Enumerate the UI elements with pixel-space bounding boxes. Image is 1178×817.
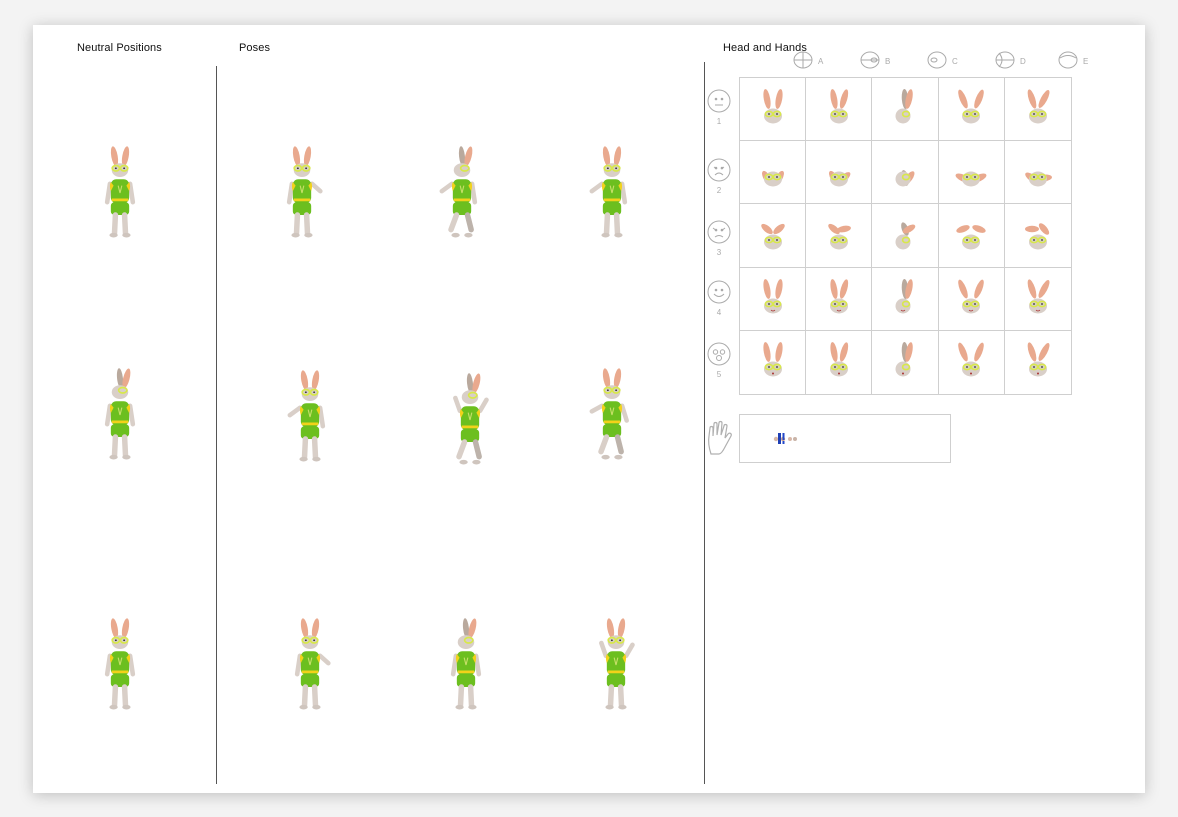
happy-face-icon — [707, 280, 731, 306]
hand-poses — [773, 433, 797, 444]
column-header-d: D — [993, 51, 1026, 71]
head-cell-e3 — [1004, 204, 1071, 268]
heading-poses: Poses — [239, 42, 271, 54]
heading-neutral-positions: Neutral Positions — [77, 42, 162, 54]
head-cell-a1 — [740, 78, 807, 142]
bunny-figure-pose-6 — [589, 359, 634, 471]
row-label: 4 — [716, 308, 722, 317]
hands-box — [739, 414, 951, 463]
head-cell-c1 — [872, 78, 939, 142]
head-side-icon — [858, 51, 882, 71]
bunny-figure-pose-1 — [280, 137, 324, 249]
column-label: C — [952, 56, 958, 66]
head-cell-b4 — [806, 267, 873, 331]
bunny-figure-neutral-three-quarter — [98, 609, 142, 721]
row-header-5: 5 — [705, 340, 733, 379]
row-header-1: 1 — [705, 87, 733, 126]
row-header-2: 2 — [705, 156, 733, 195]
bunny-figure-pose-5 — [448, 364, 492, 476]
bunny-figure-pose-7 — [288, 609, 332, 721]
column-label: E — [1083, 56, 1089, 66]
head-cell-a5 — [740, 330, 807, 394]
hand-icon — [705, 420, 733, 461]
column-header-b: B — [858, 51, 891, 71]
angry-face-icon — [707, 220, 731, 246]
row-label: 5 — [716, 370, 722, 379]
column-header-c: C — [925, 51, 958, 71]
head-front-icon — [791, 51, 815, 71]
head-cell-e1 — [1004, 78, 1071, 142]
column-label: A — [818, 56, 824, 66]
head-expression-grid — [739, 77, 1072, 395]
bunny-figure-pose-3 — [589, 137, 634, 249]
head-cell-e5 — [1005, 331, 1071, 394]
bunny-figure-neutral-front — [98, 137, 142, 249]
head-cell-c2 — [872, 141, 939, 205]
head-cell-d1 — [938, 78, 1005, 142]
row-header-4: 4 — [705, 278, 733, 317]
row-header-3: 3 — [705, 218, 733, 257]
head-cell-d2 — [938, 141, 1005, 205]
head-cell-b1 — [806, 78, 873, 142]
head-back-icon — [1056, 51, 1080, 71]
row-label: 3 — [716, 248, 722, 257]
head-three-quarter-icon — [993, 51, 1017, 71]
column-label: D — [1020, 56, 1026, 66]
head-cell-c3 — [872, 204, 939, 268]
neutral-face-icon — [707, 89, 731, 115]
column-header-a: A — [791, 51, 824, 71]
head-cell-b2 — [806, 141, 873, 205]
head-cell-b3 — [806, 204, 873, 268]
head-cell-a4 — [740, 267, 807, 331]
head-cell-c4 — [872, 267, 939, 331]
row-label: 2 — [716, 186, 722, 195]
column-header-e: E — [1056, 51, 1089, 71]
sad-face-icon — [707, 158, 731, 184]
bunny-figure-pose-8 — [444, 609, 488, 721]
head-cell-b5 — [806, 330, 873, 394]
column-label: B — [885, 56, 891, 66]
head-cell-e4 — [1004, 268, 1071, 331]
bunny-figure-pose-2 — [439, 137, 484, 249]
head-cell-e2 — [1004, 141, 1071, 205]
surprised-face-icon — [707, 342, 731, 368]
head-cell-d3 — [938, 204, 1005, 268]
head-cell-c5 — [872, 330, 939, 394]
head-profile-icon — [925, 51, 949, 71]
bunny-figure-neutral-side — [98, 359, 142, 471]
row-label: 1 — [716, 117, 722, 126]
head-cell-a2 — [740, 141, 807, 205]
divider-left — [216, 66, 217, 784]
bunny-figure-pose-4 — [287, 361, 332, 473]
bunny-figure-pose-9 — [594, 609, 638, 721]
head-cell-d5 — [939, 330, 1005, 394]
head-cell-a3 — [740, 204, 807, 268]
head-cell-d4 — [938, 267, 1005, 331]
